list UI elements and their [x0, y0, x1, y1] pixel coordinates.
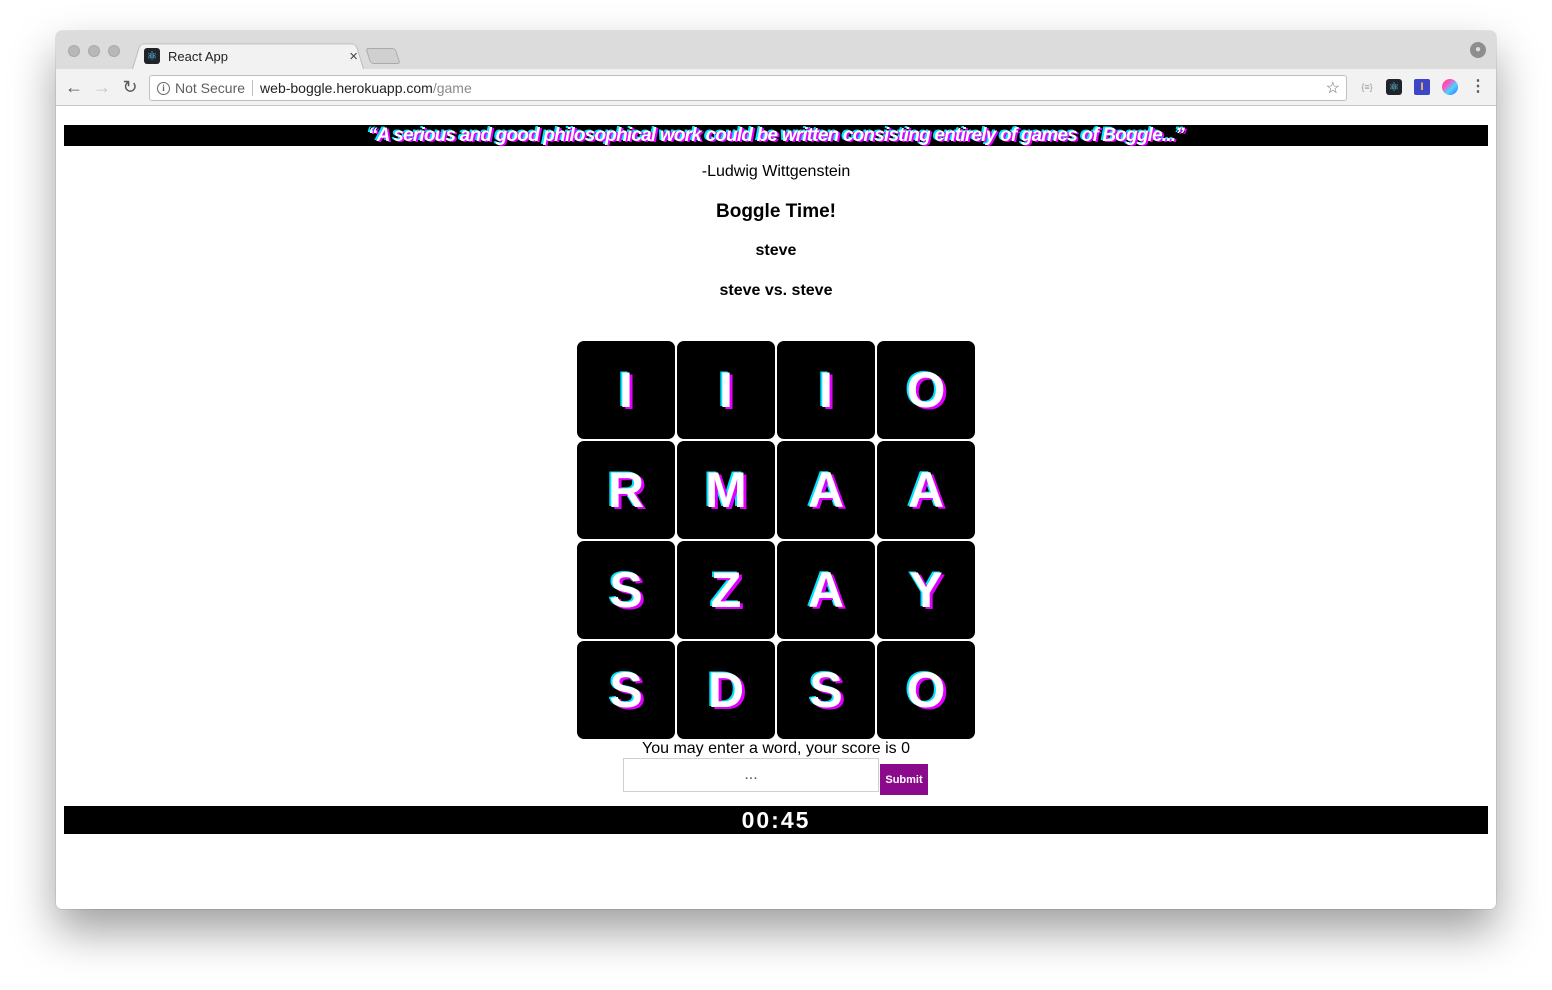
board-tile[interactable]: O: [877, 641, 975, 739]
minimize-window-button[interactable]: [88, 45, 100, 57]
tab-content[interactable]: ⚛ React App ×: [142, 45, 362, 67]
board-tile[interactable]: R: [577, 441, 675, 539]
close-window-button[interactable]: [68, 45, 80, 57]
board-tile[interactable]: O: [877, 341, 975, 439]
url-host[interactable]: web-boggle.herokuapp.com: [260, 80, 433, 96]
matchup-label: steve vs. steve: [719, 282, 833, 299]
board-tile[interactable]: S: [777, 641, 875, 739]
board-tile[interactable]: I: [777, 341, 875, 439]
address-bar[interactable]: i Not Secure web-boggle.herokuapp.com /g…: [149, 75, 1347, 101]
browser-toolbar: ← → ↻ i Not Secure web-boggle.herokuapp.…: [56, 69, 1496, 106]
reload-icon[interactable]: ↻: [120, 77, 140, 97]
react-devtools-extension-icon[interactable]: ⚛: [1386, 79, 1402, 95]
board-tile[interactable]: I: [577, 341, 675, 439]
tab-strip: ⚛ React App × ●: [56, 31, 1496, 69]
omnibox-divider: [252, 80, 254, 96]
quote-text: “A serious and good philosophical work c…: [367, 125, 1185, 146]
word-input[interactable]: [623, 758, 879, 792]
json-viewer-extension-icon[interactable]: {≡}: [1358, 79, 1376, 95]
board-tile[interactable]: D: [677, 641, 775, 739]
timer-banner: 00:45: [64, 806, 1488, 834]
tab-title: React App: [168, 48, 228, 64]
board-tile[interactable]: A: [777, 441, 875, 539]
countdown-timer: 00:45: [741, 807, 811, 833]
quote-banner: “A serious and good philosophical work c…: [64, 125, 1488, 146]
url-path[interactable]: /game: [433, 80, 472, 96]
board-tile[interactable]: I: [677, 341, 775, 439]
player-name: steve: [755, 242, 797, 259]
quote-author: -Ludwig Wittgenstein: [701, 163, 851, 180]
security-label[interactable]: Not Secure: [175, 80, 245, 96]
back-arrow-icon[interactable]: ←: [64, 77, 84, 97]
tab-close-icon[interactable]: ×: [349, 48, 358, 65]
react-favicon-icon: ⚛: [144, 48, 160, 64]
bar-extension-icon[interactable]: I: [1414, 79, 1430, 95]
board-tile[interactable]: M: [677, 441, 775, 539]
new-tab-button[interactable]: [365, 48, 401, 64]
profile-icon[interactable]: ●: [1470, 42, 1486, 58]
page-content: “A serious and good philosophical work c…: [56, 107, 1496, 909]
colorful-extension-icon[interactable]: [1442, 79, 1458, 95]
forward-arrow-icon[interactable]: →: [92, 77, 112, 97]
maximize-window-button[interactable]: [108, 45, 120, 57]
board-tile[interactable]: Y: [877, 541, 975, 639]
submit-button[interactable]: Submit: [880, 764, 928, 795]
board-tile[interactable]: Z: [677, 541, 775, 639]
score-status: You may enter a word, your score is 0: [642, 740, 910, 757]
board-tile[interactable]: A: [777, 541, 875, 639]
boggle-board: IIIORMAASZAYSDSO: [577, 341, 975, 739]
page-title: Boggle Time!: [716, 201, 836, 222]
bookmark-star-icon[interactable]: ☆: [1326, 78, 1340, 98]
browser-window: ⚛ React App × ● ← → ↻ i Not Secure web-b…: [56, 31, 1496, 909]
browser-menu-icon[interactable]: ⋮: [1470, 79, 1486, 95]
board-tile[interactable]: S: [577, 541, 675, 639]
info-icon[interactable]: i: [157, 81, 170, 95]
board-tile[interactable]: S: [577, 641, 675, 739]
board-tile[interactable]: A: [877, 441, 975, 539]
